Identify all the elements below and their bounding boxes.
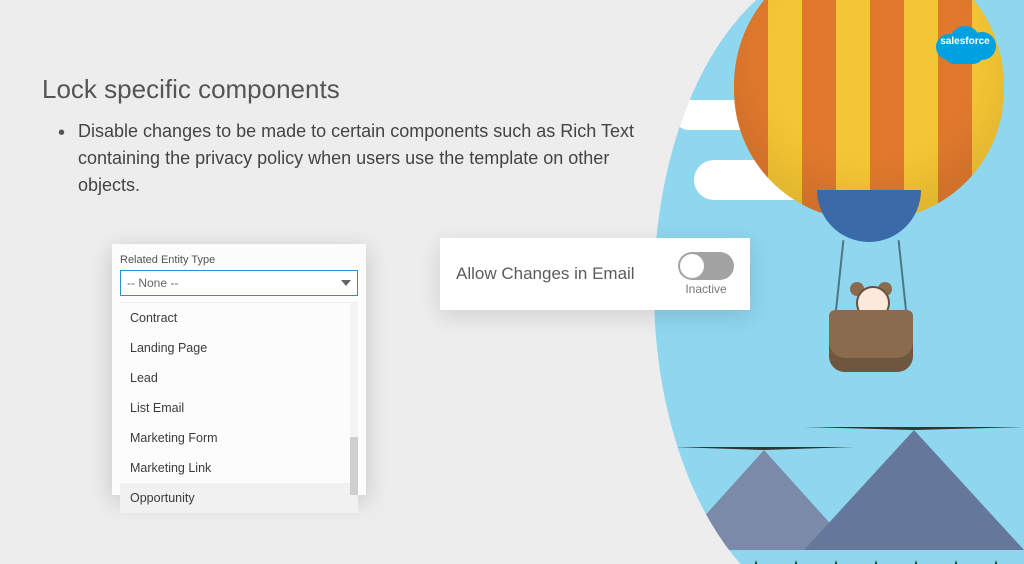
toggle-label: Allow Changes in Email [456,264,662,284]
salesforce-logo: salesforce [932,22,998,66]
dropdown-option[interactable]: Marketing Link [120,453,358,483]
dropdown-option[interactable]: Opportunity [120,483,358,513]
dropdown-list: Contract Landing Page Lead List Email Ma… [120,302,358,495]
dropdown-option[interactable]: Marketing Form [120,423,358,453]
trees-decoration [654,512,1024,564]
dropdown-selected-value: -- None -- [127,276,178,290]
related-entity-dropdown: Related Entity Type -- None -- Contract … [112,244,366,495]
chevron-down-icon [341,280,351,286]
dropdown-option[interactable]: List Email [120,393,358,423]
dropdown-option[interactable]: Lead [120,363,358,393]
toggle-state-label: Inactive [685,282,726,296]
logo-text: salesforce [932,36,998,47]
scrollbar-thumb[interactable] [350,437,358,495]
dropdown-label: Related Entity Type [120,254,358,266]
scrollbar-track[interactable] [350,303,358,495]
allow-changes-toggle[interactable] [678,252,734,280]
dropdown-input[interactable]: -- None -- [120,270,358,296]
toggle-knob [680,254,704,278]
description-bullet: Disable changes to be made to certain co… [78,118,638,199]
dropdown-option[interactable]: Landing Page [120,333,358,363]
dropdown-option[interactable]: Contract [120,303,358,333]
allow-changes-panel: Allow Changes in Email Inactive [440,238,750,310]
page-title: Lock specific components [42,74,340,105]
